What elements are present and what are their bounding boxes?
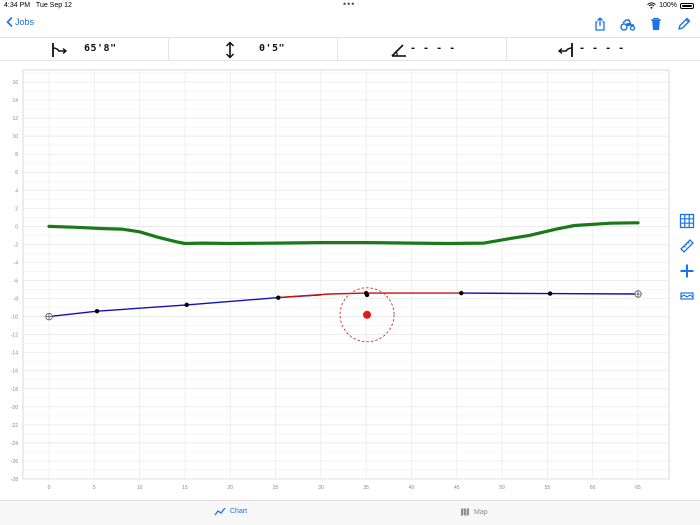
chevron-left-icon <box>6 17 13 27</box>
y-tick-label: -4 <box>14 260 19 266</box>
x-tick-label: 30 <box>318 485 324 491</box>
terrain-icon[interactable] <box>679 288 695 304</box>
y-tick-label: 10 <box>12 134 18 140</box>
x-tick-label: 35 <box>363 485 369 491</box>
x-tick-label: 25 <box>273 485 279 491</box>
y-tick-label: -2 <box>14 242 19 248</box>
y-tick-label: -28 <box>11 477 18 483</box>
data-point <box>547 291 553 296</box>
tab-chart[interactable]: Chart <box>214 507 247 516</box>
y-tick-label: 4 <box>15 188 18 194</box>
tab-map-label: Map <box>474 508 488 516</box>
tab-map[interactable]: Map <box>460 507 488 517</box>
status-time: 4:34 PM Tue Sep 12 <box>4 2 72 9</box>
map-icon <box>461 508 469 516</box>
vertical-clearance-icon <box>225 41 235 59</box>
wifi-icon <box>647 2 656 9</box>
angle-icon <box>391 44 406 57</box>
x-tick-label: 40 <box>409 485 415 491</box>
y-tick-label: -10 <box>11 315 18 321</box>
trash-icon[interactable] <box>648 16 664 32</box>
add-point-icon[interactable] <box>679 263 695 279</box>
selected-point <box>363 310 372 319</box>
status-right: 100% <box>647 2 694 9</box>
clearance-value: 0'5" <box>259 43 286 54</box>
y-tick-label: 2 <box>15 206 18 212</box>
pencil-icon[interactable] <box>676 16 692 32</box>
status-bar: 4:34 PM Tue Sep 12 ••• 100% <box>0 0 700 12</box>
y-tick-label: -18 <box>11 387 18 393</box>
multitasking-dots-icon[interactable]: ••• <box>343 0 355 9</box>
data-point <box>459 290 464 296</box>
y-tick-label: 14 <box>12 98 18 104</box>
data-point <box>94 308 100 314</box>
span-length-icon <box>52 43 68 57</box>
back-label: Jobs <box>15 17 35 27</box>
chart-line-icon <box>214 507 226 516</box>
data-point <box>364 292 370 298</box>
y-tick-label: -24 <box>11 441 18 447</box>
side-toolbar <box>676 213 698 313</box>
data-point <box>184 302 189 308</box>
y-tick-label: 0 <box>15 224 18 230</box>
span-length-value: 65'8" <box>84 43 117 54</box>
y-tick-label: -22 <box>11 423 18 429</box>
y-tick-label: -8 <box>14 297 19 303</box>
profile-chart-svg[interactable]: 1614121086420-2-4-6-8-10-12-14-16-18-20-… <box>0 62 672 500</box>
clearance-cell[interactable]: 0'5" <box>169 38 338 61</box>
angle-value: - - - - <box>410 43 456 54</box>
x-tick-label: 15 <box>182 485 188 491</box>
plot-frame <box>22 69 670 480</box>
y-tick-label: -16 <box>11 369 18 375</box>
battery-icon <box>680 2 694 9</box>
battery-percent: 100% <box>659 2 677 9</box>
tab-chart-label: Chart <box>230 508 248 515</box>
end-marker-icon <box>557 43 573 57</box>
x-tick-label: 20 <box>227 485 233 491</box>
x-tick-label: 55 <box>545 485 551 491</box>
y-tick-label: -12 <box>11 333 18 339</box>
share-icon[interactable] <box>592 16 608 32</box>
y-tick-label: -6 <box>14 279 19 285</box>
x-tick-label: 10 <box>137 485 143 491</box>
x-tick-label: 0 <box>48 485 51 491</box>
y-tick-label: 8 <box>15 152 18 158</box>
tractor-icon[interactable] <box>620 16 636 32</box>
end-cell[interactable]: - - - - <box>507 38 676 61</box>
ruler-icon[interactable] <box>679 238 695 254</box>
x-tick-label: 50 <box>499 485 505 491</box>
y-tick-label: -14 <box>11 351 18 357</box>
back-button[interactable]: Jobs <box>6 17 34 27</box>
x-tick-label: 45 <box>454 485 460 491</box>
y-tick-label: -26 <box>11 459 18 465</box>
nav-actions <box>592 16 692 32</box>
profile-chart[interactable]: 16 14 12 10 8 6 4 2 0 -2 -4 -6 -8 -10 -12 -14 -16 -18 -20-… <box>0 62 672 500</box>
nav-bar: Jobs <box>0 12 700 36</box>
x-tick-label: 60 <box>590 485 596 491</box>
data-point <box>276 295 281 300</box>
y-tick-label: 6 <box>15 170 18 176</box>
y-tick-label: -20 <box>11 405 18 411</box>
angle-cell[interactable]: - - - - <box>338 38 507 61</box>
x-tick-label: 5 <box>93 485 96 491</box>
x-tick-label: 65 <box>635 485 641 491</box>
tab-bar: Chart Map <box>0 500 700 525</box>
measurement-bar: 65'8" 0'5" - - - - - - - - <box>0 37 700 61</box>
y-tick-label: 16 <box>12 80 18 86</box>
end-value: - - - - <box>579 43 625 54</box>
y-tick-label: 12 <box>12 116 18 122</box>
grid-icon[interactable] <box>679 213 695 229</box>
span-length-cell[interactable]: 65'8" <box>0 38 169 61</box>
